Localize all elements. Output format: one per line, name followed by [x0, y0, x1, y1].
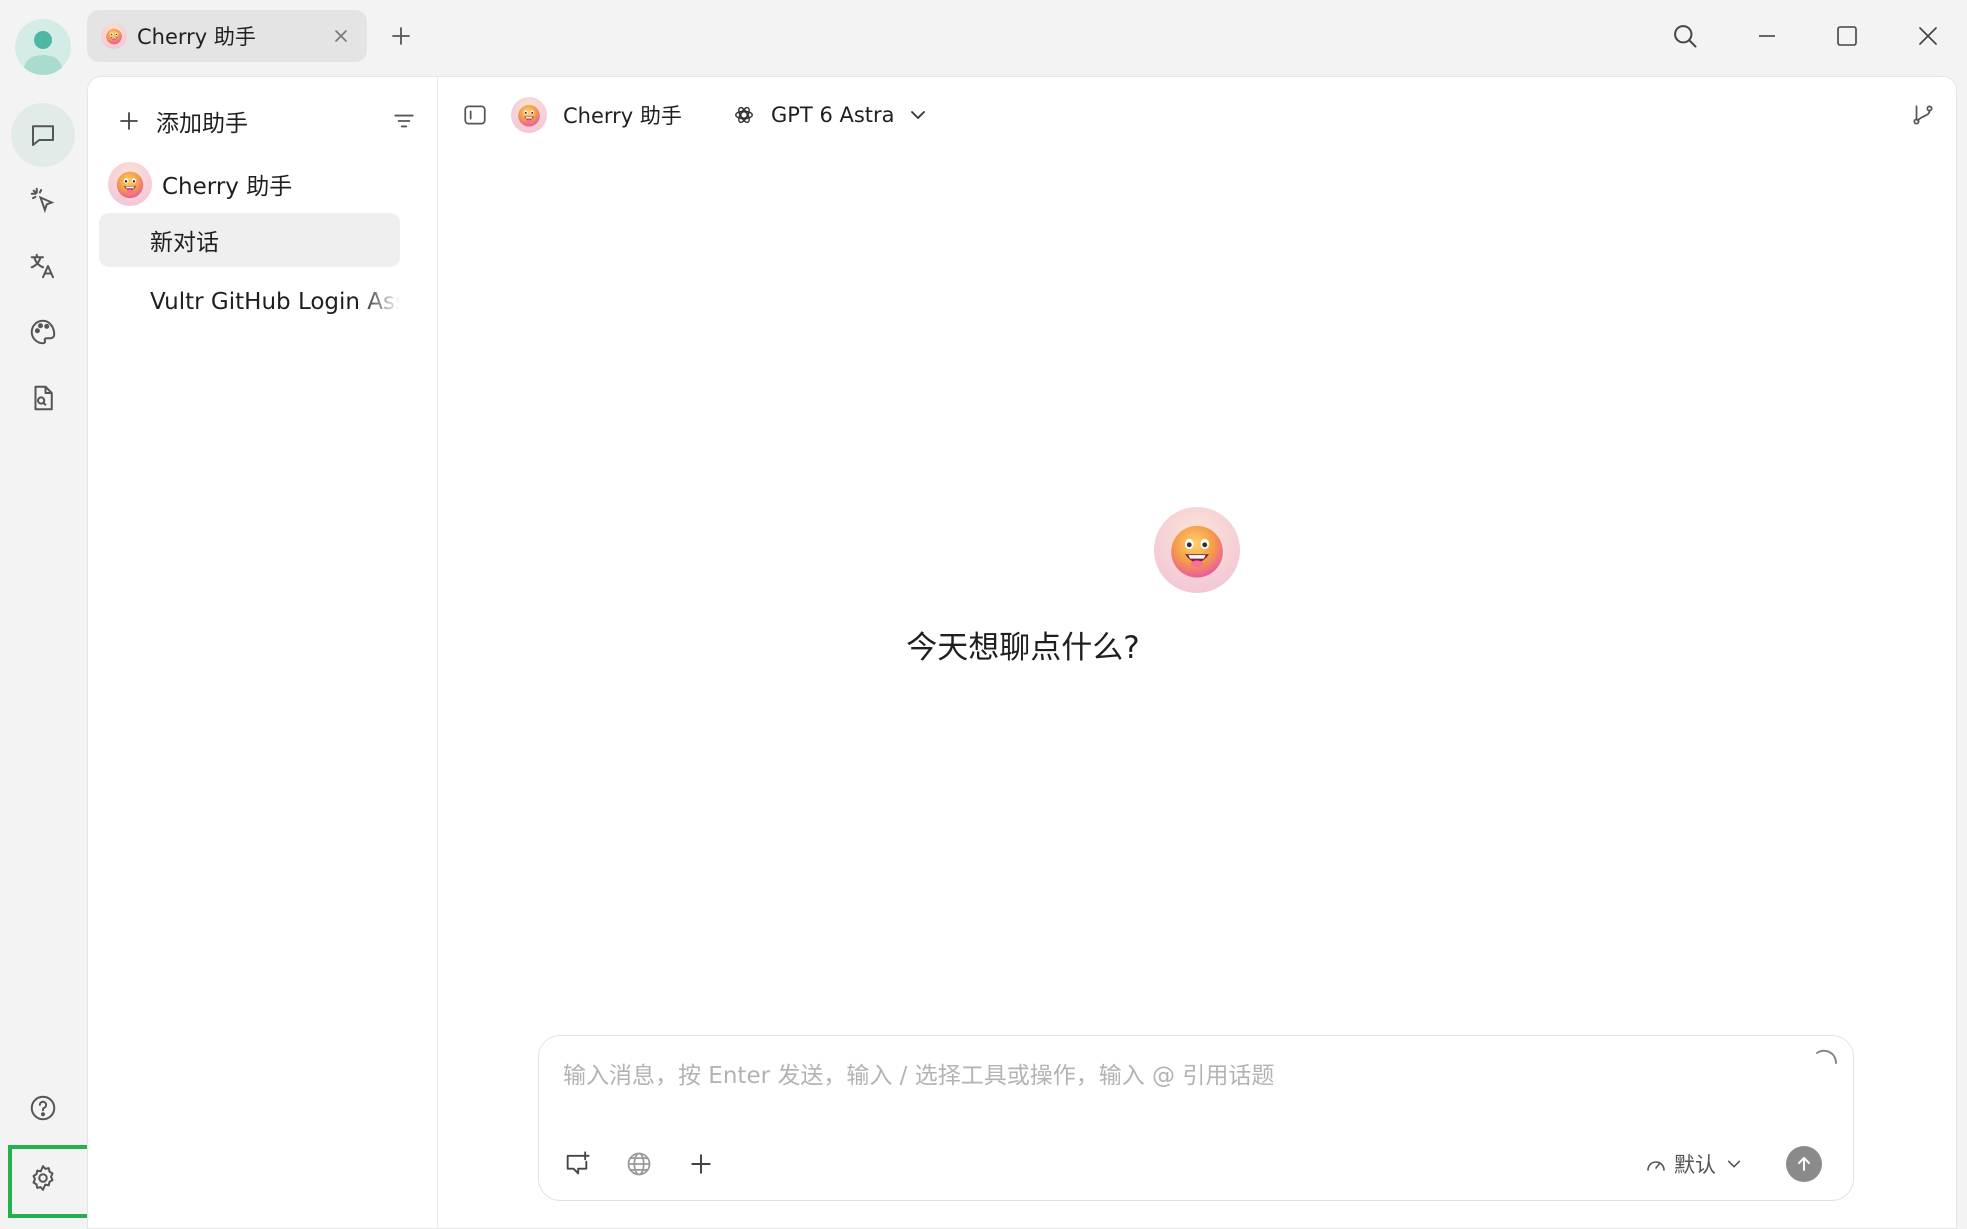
- chevron-down-icon: [909, 106, 927, 124]
- text-fade: [360, 275, 400, 329]
- search-icon: [1671, 22, 1699, 50]
- topic-label: 新对话: [150, 230, 219, 256]
- close-tab-button[interactable]: [325, 20, 357, 52]
- sort-filter-button[interactable]: [384, 101, 424, 141]
- mode-label: 默认: [1674, 1153, 1716, 1177]
- assistant-item-cherry[interactable]: Cherry 助手: [108, 159, 292, 209]
- rail-paintings-button[interactable]: [11, 300, 75, 364]
- more-tools-button[interactable]: [681, 1144, 721, 1184]
- globe-icon: [625, 1150, 653, 1178]
- translate-icon: [28, 251, 58, 281]
- minimize-icon: [1757, 26, 1777, 46]
- rail-agents-button[interactable]: [11, 168, 75, 232]
- tab-label: Cherry 助手: [137, 25, 256, 49]
- assistant-name: Cherry 助手: [162, 174, 293, 200]
- add-assistant-label: 添加助手: [156, 111, 248, 137]
- left-rail: [0, 0, 111, 1229]
- rail-chat-button[interactable]: [11, 103, 75, 167]
- user-avatar[interactable]: [15, 19, 71, 75]
- chat-plus-icon: [563, 1150, 591, 1178]
- header-assistant-selector[interactable]: Cherry 助手: [511, 95, 682, 135]
- maximize-icon: [1836, 25, 1858, 47]
- header-assistant-name: Cherry 助手: [563, 104, 682, 128]
- send-button[interactable]: [1786, 1146, 1822, 1182]
- plus-icon: [118, 110, 140, 132]
- branch-icon: [1910, 102, 1936, 128]
- file-search-icon: [28, 383, 58, 413]
- welcome-emoji-icon: [1154, 507, 1240, 593]
- gauge-icon: [1644, 1152, 1668, 1176]
- loading-spinner-icon: [1809, 1048, 1839, 1078]
- plus-icon: [689, 1152, 713, 1176]
- model-selector[interactable]: GPT 6 Astra: [733, 95, 927, 135]
- global-search-button[interactable]: [1663, 14, 1707, 58]
- maximize-button[interactable]: [1825, 14, 1869, 58]
- rail-translate-button[interactable]: [11, 234, 75, 298]
- arrow-up-icon: [1795, 1155, 1813, 1173]
- close-icon: [333, 28, 349, 44]
- chat-header: Cherry 助手 GPT 6 Astra: [438, 77, 1956, 153]
- rail-files-button[interactable]: [11, 366, 75, 430]
- tab-cherry-assistant[interactable]: Cherry 助手: [87, 10, 367, 62]
- chevron-down-icon: [1726, 1156, 1742, 1172]
- chat-icon: [28, 120, 58, 150]
- minimize-button[interactable]: [1745, 14, 1789, 58]
- openai-icon: [733, 104, 755, 126]
- assistant-emoji-icon: [101, 23, 127, 49]
- sidebar-toggle-icon: [462, 102, 488, 128]
- topic-item[interactable]: 新对话: [99, 213, 400, 267]
- help-icon: [28, 1093, 58, 1123]
- model-name: GPT 6 Astra: [771, 103, 895, 127]
- cursor-click-icon: [28, 185, 58, 215]
- toggle-sidebar-button[interactable]: [462, 95, 488, 135]
- web-search-button[interactable]: [619, 1144, 659, 1184]
- close-icon: [1917, 25, 1939, 47]
- message-input[interactable]: [563, 1056, 1763, 1096]
- close-window-button[interactable]: [1906, 14, 1950, 58]
- assistant-emoji-icon: [108, 162, 152, 206]
- welcome-prompt: 今天想聊点什么?: [906, 630, 1140, 666]
- message-composer: 默认: [538, 1035, 1854, 1201]
- branch-button[interactable]: [1910, 95, 1936, 135]
- add-assistant-button[interactable]: 添加助手: [118, 99, 248, 143]
- palette-icon: [28, 317, 58, 347]
- reasoning-mode-selector[interactable]: 默认: [1644, 1144, 1742, 1184]
- plus-icon: [390, 25, 412, 47]
- filter-icon: [391, 108, 417, 134]
- rail-help-button[interactable]: [11, 1076, 75, 1140]
- new-topic-button[interactable]: [557, 1144, 597, 1184]
- new-tab-button[interactable]: [379, 14, 423, 58]
- assistant-emoji-icon: [511, 97, 547, 133]
- topic-item[interactable]: Vultr GitHub Login Assistant: [99, 275, 400, 329]
